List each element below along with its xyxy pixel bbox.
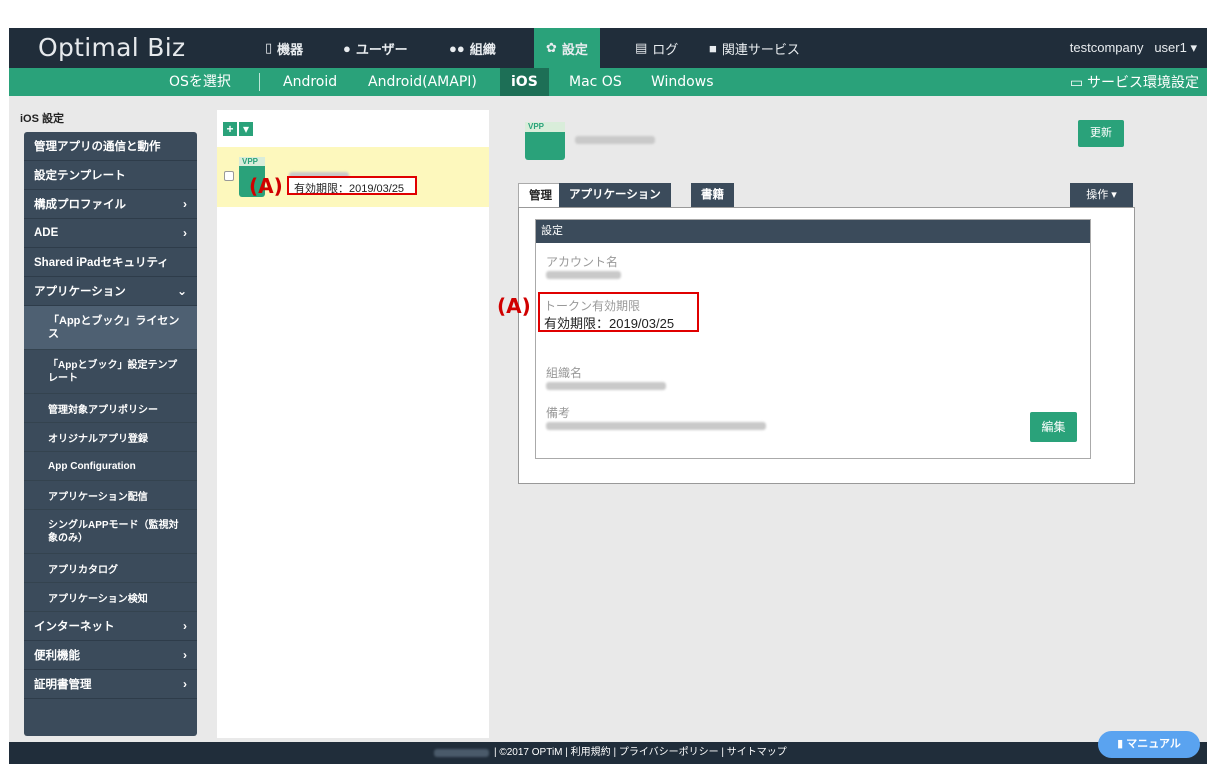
chevron-right-icon: › <box>183 619 187 633</box>
chevron-right-icon: › <box>183 677 187 691</box>
org-name-label: 組織名 <box>546 366 583 380</box>
redacted-account-name <box>546 271 621 279</box>
sidebar-title: iOS 設定 <box>20 113 65 125</box>
nav-org[interactable]: ●● 組織 <box>443 28 502 68</box>
subnav-divider <box>259 73 260 91</box>
tab-windows[interactable]: Windows <box>651 68 714 96</box>
nav-users[interactable]: ● ユーザー <box>337 28 414 68</box>
chevron-right-icon: › <box>183 648 187 662</box>
sidebar-item-internet[interactable]: インターネット › <box>24 612 197 641</box>
book-icon: ▮ <box>1117 738 1124 750</box>
select-os-label[interactable]: OSを選択 <box>169 68 231 96</box>
chevron-right-icon: › <box>183 226 187 240</box>
folder-icon: ■ <box>709 40 717 56</box>
sidebar-subitem-app-book-template[interactable]: 「Appとブック」設定テンプレート <box>24 350 197 394</box>
sidebar-item-shared-ipad[interactable]: Shared iPadセキュリティ <box>24 248 197 277</box>
expiry-highlight-box: 有効期限：2019/03/25 <box>287 176 417 195</box>
top-navbar: Optimal Biz ▯ 機器 ● ユーザー ●● 組織 ✿ 設定 ▤ ログ ■ 関連サー… <box>9 28 1207 68</box>
account-menu[interactable]: testcompany user1 ▾ <box>1070 40 1197 56</box>
chevron-down-icon: ⌄ <box>176 284 187 298</box>
row-checkbox[interactable] <box>224 171 234 181</box>
edit-button[interactable]: 編集 <box>1030 412 1077 442</box>
tab-manage[interactable]: 管理 <box>518 183 563 207</box>
update-button[interactable]: 更新 <box>1078 120 1124 147</box>
add-menu[interactable]: + ▾ <box>223 122 255 136</box>
os-subnav: OSを選択 Android Android(AMAPI) iOS Mac OS … <box>9 68 1207 96</box>
token-expiry-value: 有効期限：2019/03/25 <box>544 316 675 331</box>
sidebar-subitem-app-config[interactable]: App Configuration <box>24 452 197 481</box>
annotation-a-detail: (A) <box>497 294 531 318</box>
sidebar-subitem-app-catalog[interactable]: アプリカタログ <box>24 554 197 583</box>
sidebar-subitem-app-book-license[interactable]: 「Appとブック」ライセンス <box>24 306 197 350</box>
nav-log[interactable]: ▤ ログ <box>629 28 684 68</box>
nav-devices[interactable]: ▯ 機器 <box>259 28 309 68</box>
nav-settings[interactable]: ✿ 設定 <box>534 28 600 68</box>
chevron-right-icon: › <box>183 197 187 211</box>
settings-box: 設定 アカウント名 組織名 備考 編集 <box>535 219 1091 459</box>
footer: | ©2017 OPTiM | 利用規約 | プライバシーポリシー | サイトマ… <box>9 742 1207 764</box>
user-icon: ● <box>343 40 351 56</box>
redacted-org-name <box>546 382 666 390</box>
sidebar-item-utilities[interactable]: 便利機能 › <box>24 641 197 670</box>
manual-button[interactable]: ▮ マニュアル <box>1098 731 1200 758</box>
note-label: 備考 <box>546 406 571 420</box>
operation-dropdown[interactable]: 操作 ▾ <box>1070 183 1133 207</box>
caret-down-icon: ▾ <box>1111 189 1117 201</box>
tab-books[interactable]: 書籍 <box>691 183 734 207</box>
tab-android[interactable]: Android <box>283 68 337 96</box>
tab-android-amapi[interactable]: Android(AMAPI) <box>368 68 477 96</box>
tab-applications[interactable]: アプリケーション <box>559 183 671 207</box>
gear-icon: ✿ <box>546 40 557 55</box>
account-name-label: アカウント名 <box>546 255 619 269</box>
list-expiry-text: 有効期限：2019/03/25 <box>294 183 405 195</box>
sidebar-subitem-app-distribution[interactable]: アプリケーション配信 <box>24 481 197 510</box>
monitor-icon: ▭ <box>1069 74 1084 90</box>
sidebar-item-app-comm[interactable]: 管理アプリの通信と動作 <box>24 132 197 161</box>
manage-panel: 設定 アカウント名 組織名 備考 編集 <box>518 207 1135 484</box>
tab-macos[interactable]: Mac OS <box>569 68 622 96</box>
annotation-a-list: (A) <box>249 174 283 198</box>
sidebar-subitem-original-app[interactable]: オリジナルアプリ登録 <box>24 423 197 452</box>
detail-pane: VPP 更新 管理 アプリケーション 書籍 操作 ▾ 設定 アカウント名 組織名… <box>497 110 1197 738</box>
sidebar-item-ade[interactable]: ADE › <box>24 219 197 248</box>
footer-links[interactable]: | ©2017 OPTiM | 利用規約 | プライバシーポリシー | サイトマ… <box>494 742 787 764</box>
redacted-detail-title <box>575 136 655 144</box>
caret-down-icon: ▾ <box>1190 40 1197 55</box>
service-settings-link[interactable]: ▭ サービス環境設定 <box>1070 68 1199 96</box>
group-icon: ●● <box>449 40 465 56</box>
tab-ios[interactable]: iOS <box>500 68 549 96</box>
plus-icon[interactable]: + <box>223 122 237 136</box>
sidebar-item-templates[interactable]: 設定テンプレート <box>24 161 197 190</box>
document-icon: ▤ <box>635 40 648 55</box>
settings-header: 設定 <box>536 220 1090 243</box>
device-icon: ▯ <box>265 40 273 55</box>
token-expiry-label: トークン有効期限 <box>544 299 641 313</box>
token-expiry-highlight-box: トークン有効期限 有効期限：2019/03/25 <box>538 292 699 332</box>
nav-related-services[interactable]: ■ 関連サービス <box>703 28 806 68</box>
sidebar-item-certificates[interactable]: 証明書管理 › <box>24 670 197 699</box>
redacted-footer-item <box>434 749 489 757</box>
sidebar-subitem-managed-app-policy[interactable]: 管理対象アプリポリシー <box>24 394 197 423</box>
license-list-pane: + ▾ VPP 有効期限：2019/03/25 (A) <box>217 110 489 738</box>
brand-logo[interactable]: Optimal Biz <box>38 33 185 62</box>
sidebar-item-profiles[interactable]: 構成プロファイル › <box>24 190 197 219</box>
caret-down-icon[interactable]: ▾ <box>239 122 253 136</box>
redacted-note <box>546 422 766 430</box>
sidebar: 管理アプリの通信と動作 設定テンプレート 構成プロファイル › ADE › Shar… <box>24 132 197 736</box>
sidebar-subitem-single-app-mode[interactable]: シングルAPPモード（監視対象のみ） <box>24 510 197 554</box>
vpp-app-icon-large: VPP <box>525 122 565 160</box>
sidebar-item-applications[interactable]: アプリケーション ⌄ <box>24 277 197 306</box>
sidebar-subitem-app-detection[interactable]: アプリケーション検知 <box>24 583 197 612</box>
